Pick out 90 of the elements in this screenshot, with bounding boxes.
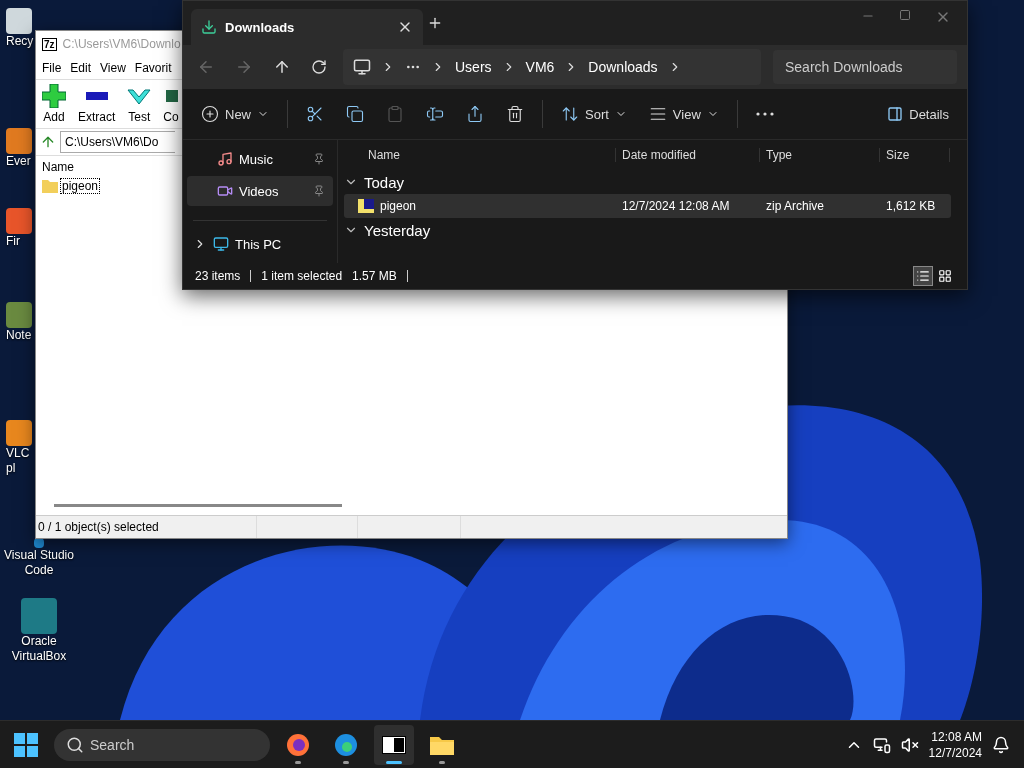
forward-arrow-icon — [235, 58, 253, 76]
desktop-icon-label[interactable]: Visual Studio — [4, 548, 74, 563]
add-icon — [201, 105, 219, 123]
file-row[interactable]: pigeon 12/7/2024 12:08 AM zip Archive 1,612 KB — [344, 194, 951, 218]
status-text: 1.57 MB — [352, 269, 397, 283]
desktop-icon-label[interactable]: Recy — [6, 34, 34, 49]
archive-app-icon — [382, 735, 406, 754]
sort-button[interactable]: Sort — [557, 101, 631, 127]
music-icon — [217, 151, 233, 167]
file-name[interactable]: pigeon — [60, 178, 101, 194]
menu-item[interactable]: View — [100, 61, 126, 75]
details-view-button[interactable] — [913, 266, 933, 286]
muted-speaker-icon[interactable] — [900, 735, 919, 754]
menu-item[interactable]: File — [42, 61, 62, 75]
desktop-icon-label[interactable]: pl — [6, 461, 16, 476]
toolbar-button[interactable]: Extract — [78, 84, 116, 124]
file-name: pigeon — [380, 199, 417, 213]
details-button[interactable]: Details — [883, 102, 953, 126]
list-icon — [916, 269, 930, 283]
status-text: 23 items — [195, 269, 241, 283]
nav-item[interactable]: Videos — [187, 176, 333, 206]
app-logo: 7z — [42, 37, 57, 51]
type-cell-text: zip Archive — [765, 199, 826, 213]
grid-icon — [938, 269, 952, 283]
panel-icon — [887, 106, 904, 122]
refresh-icon — [311, 59, 327, 75]
view-button[interactable]: View — [644, 101, 723, 127]
edge-icon — [334, 732, 358, 757]
trash-icon — [506, 105, 524, 123]
column-header[interactable]: Size — [880, 148, 950, 162]
breadcrumb-item[interactable]: VM6 — [525, 59, 555, 75]
video-icon — [217, 183, 233, 199]
address-field[interactable]: C:\Users\VM6\Do — [60, 131, 175, 153]
nav-item[interactable]: Music — [187, 144, 333, 174]
taskbar-app[interactable] — [374, 724, 414, 765]
desktop-icon-label[interactable]: Fir — [6, 234, 20, 249]
up-folder-icon[interactable] — [40, 134, 56, 150]
pin-icon — [313, 185, 325, 197]
desktop-icon-label[interactable]: VirtualBox — [11, 649, 67, 664]
clock[interactable]: 12:08 AM 12/7/2024 — [928, 728, 982, 761]
column-header[interactable]: Name — [42, 160, 74, 174]
menu-item[interactable]: Favorit — [134, 61, 172, 75]
pin-icon — [313, 153, 325, 165]
download-icon — [201, 19, 217, 35]
maximize-icon[interactable] — [899, 9, 911, 21]
rename-icon — [426, 105, 444, 123]
breadcrumb-item[interactable]: Users — [455, 59, 492, 75]
size-cell-text: 1,612 KB — [885, 199, 937, 213]
share-icon — [466, 105, 484, 123]
nav-item[interactable]: This PC — [235, 236, 282, 252]
breadcrumb-item[interactable]: Downloads — [588, 59, 658, 75]
status-text: 1 item selected — [261, 269, 343, 283]
desktop-icon-label[interactable]: Note — [6, 328, 32, 343]
plus-icon — [427, 15, 443, 31]
sort-icon — [561, 105, 579, 123]
status-text: 0 / 1 object(s) selected — [36, 516, 257, 538]
search-field[interactable]: Search Downloads — [773, 50, 957, 84]
new-button[interactable]: New — [197, 101, 273, 127]
group-header[interactable]: Today — [364, 173, 405, 191]
toolbar-button[interactable]: Test — [127, 84, 152, 124]
desktop-icon-label[interactable]: VLC — [6, 446, 30, 461]
search-icon — [66, 735, 84, 754]
archive-file-icon — [358, 199, 374, 213]
date-cell-text: 12/7/2024 12:08 AM — [621, 199, 731, 213]
taskbar-search-field[interactable]: Search — [54, 728, 270, 761]
folder-icon — [42, 179, 58, 193]
monitor-icon — [213, 236, 229, 252]
scrollbar[interactable] — [54, 504, 342, 507]
network-icon[interactable] — [872, 735, 891, 754]
desktop-icon-label[interactable]: Code — [24, 563, 54, 578]
more-icon — [755, 112, 774, 116]
toolbar-button[interactable]: Co — [163, 84, 179, 124]
start-icon[interactable] — [14, 732, 38, 757]
column-header[interactable]: Type — [760, 148, 880, 162]
monitor-icon — [353, 58, 371, 76]
paste-icon — [386, 105, 404, 123]
desktop-icon-label[interactable]: Oracle — [21, 634, 57, 649]
column-header[interactable]: Date modified — [616, 148, 760, 162]
toolbar-button[interactable]: Add — [42, 84, 66, 124]
address-bar[interactable]: Users VM6 Downloads — [343, 49, 761, 85]
group-header[interactable]: Yesterday — [364, 221, 431, 239]
lines-icon — [648, 105, 667, 123]
plus-icon — [42, 84, 66, 108]
desktop-icon-label[interactable]: Ever — [6, 154, 31, 169]
cut-icon — [306, 105, 324, 123]
firefox-icon — [286, 732, 310, 757]
bell-icon[interactable] — [992, 735, 1010, 754]
tab[interactable]: Downloads — [191, 9, 423, 45]
menu-item[interactable]: Edit — [70, 61, 92, 75]
column-header[interactable]: Name — [344, 148, 616, 162]
